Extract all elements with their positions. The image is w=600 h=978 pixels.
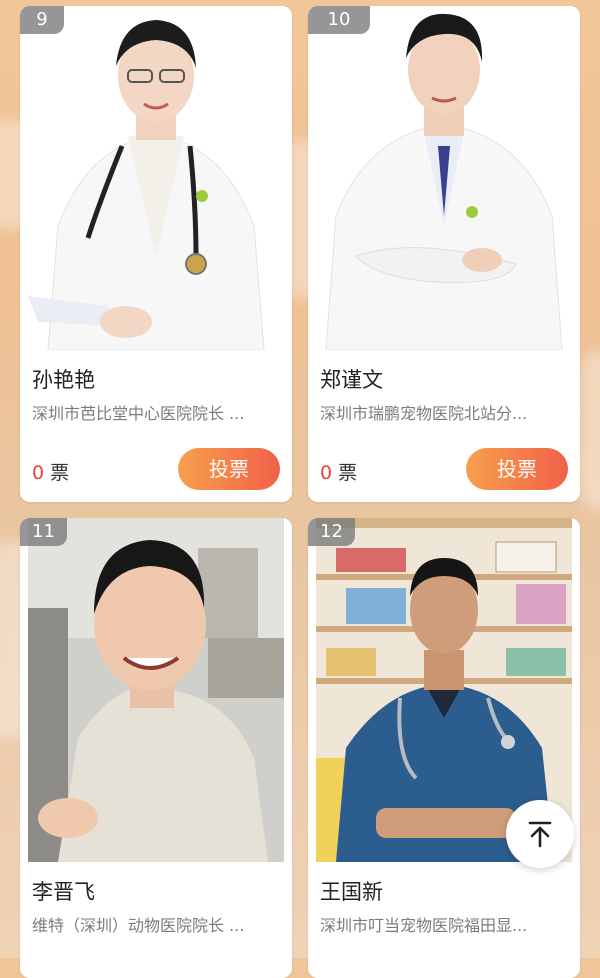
vote-count: 0票 <box>32 458 69 485</box>
vote-number: 0 <box>32 462 45 484</box>
rank-badge: 12 <box>308 518 355 546</box>
candidate-card[interactable]: 11 李晋飞 维特（深圳）动物医院院长 ... <box>20 518 292 978</box>
candidate-name: 孙艳艳 <box>32 368 95 392</box>
candidate-photo <box>28 518 284 862</box>
vote-button[interactable]: 投票 <box>178 448 280 490</box>
candidate-photo <box>28 6 284 350</box>
vote-unit: 票 <box>50 462 70 484</box>
candidate-organization: 深圳市瑞鹏宠物医院北站分... <box>320 404 528 423</box>
candidate-card[interactable]: 12 王国新 深圳市叮当宠物医院福田显... <box>308 518 580 978</box>
rank-badge: 11 <box>20 518 67 546</box>
candidate-card[interactable]: 9 孙艳艳 深圳市芭比堂中心医院院长 ... 0票 投票 <box>20 6 292 502</box>
candidate-name: 郑谨文 <box>320 368 383 392</box>
candidate-organization: 维特（深圳）动物医院院长 ... <box>32 916 245 935</box>
vote-number: 0 <box>320 462 333 484</box>
vote-button[interactable]: 投票 <box>466 448 568 490</box>
rank-badge: 9 <box>20 6 64 34</box>
candidate-card[interactable]: 10 郑谨文 深圳市瑞鹏宠物医院北站分... 0票 投票 <box>308 6 580 502</box>
candidate-organization: 深圳市叮当宠物医院福田显... <box>320 916 528 935</box>
candidate-name: 王国新 <box>320 880 383 904</box>
candidate-name: 李晋飞 <box>32 880 95 904</box>
vote-count: 0票 <box>320 458 357 485</box>
rank-badge: 10 <box>308 6 370 34</box>
vote-unit: 票 <box>338 462 358 484</box>
candidate-photo <box>316 6 572 350</box>
candidate-organization: 深圳市芭比堂中心医院院长 ... <box>32 404 245 423</box>
arrow-up-icon <box>528 821 552 848</box>
back-to-top-button[interactable] <box>506 800 574 868</box>
